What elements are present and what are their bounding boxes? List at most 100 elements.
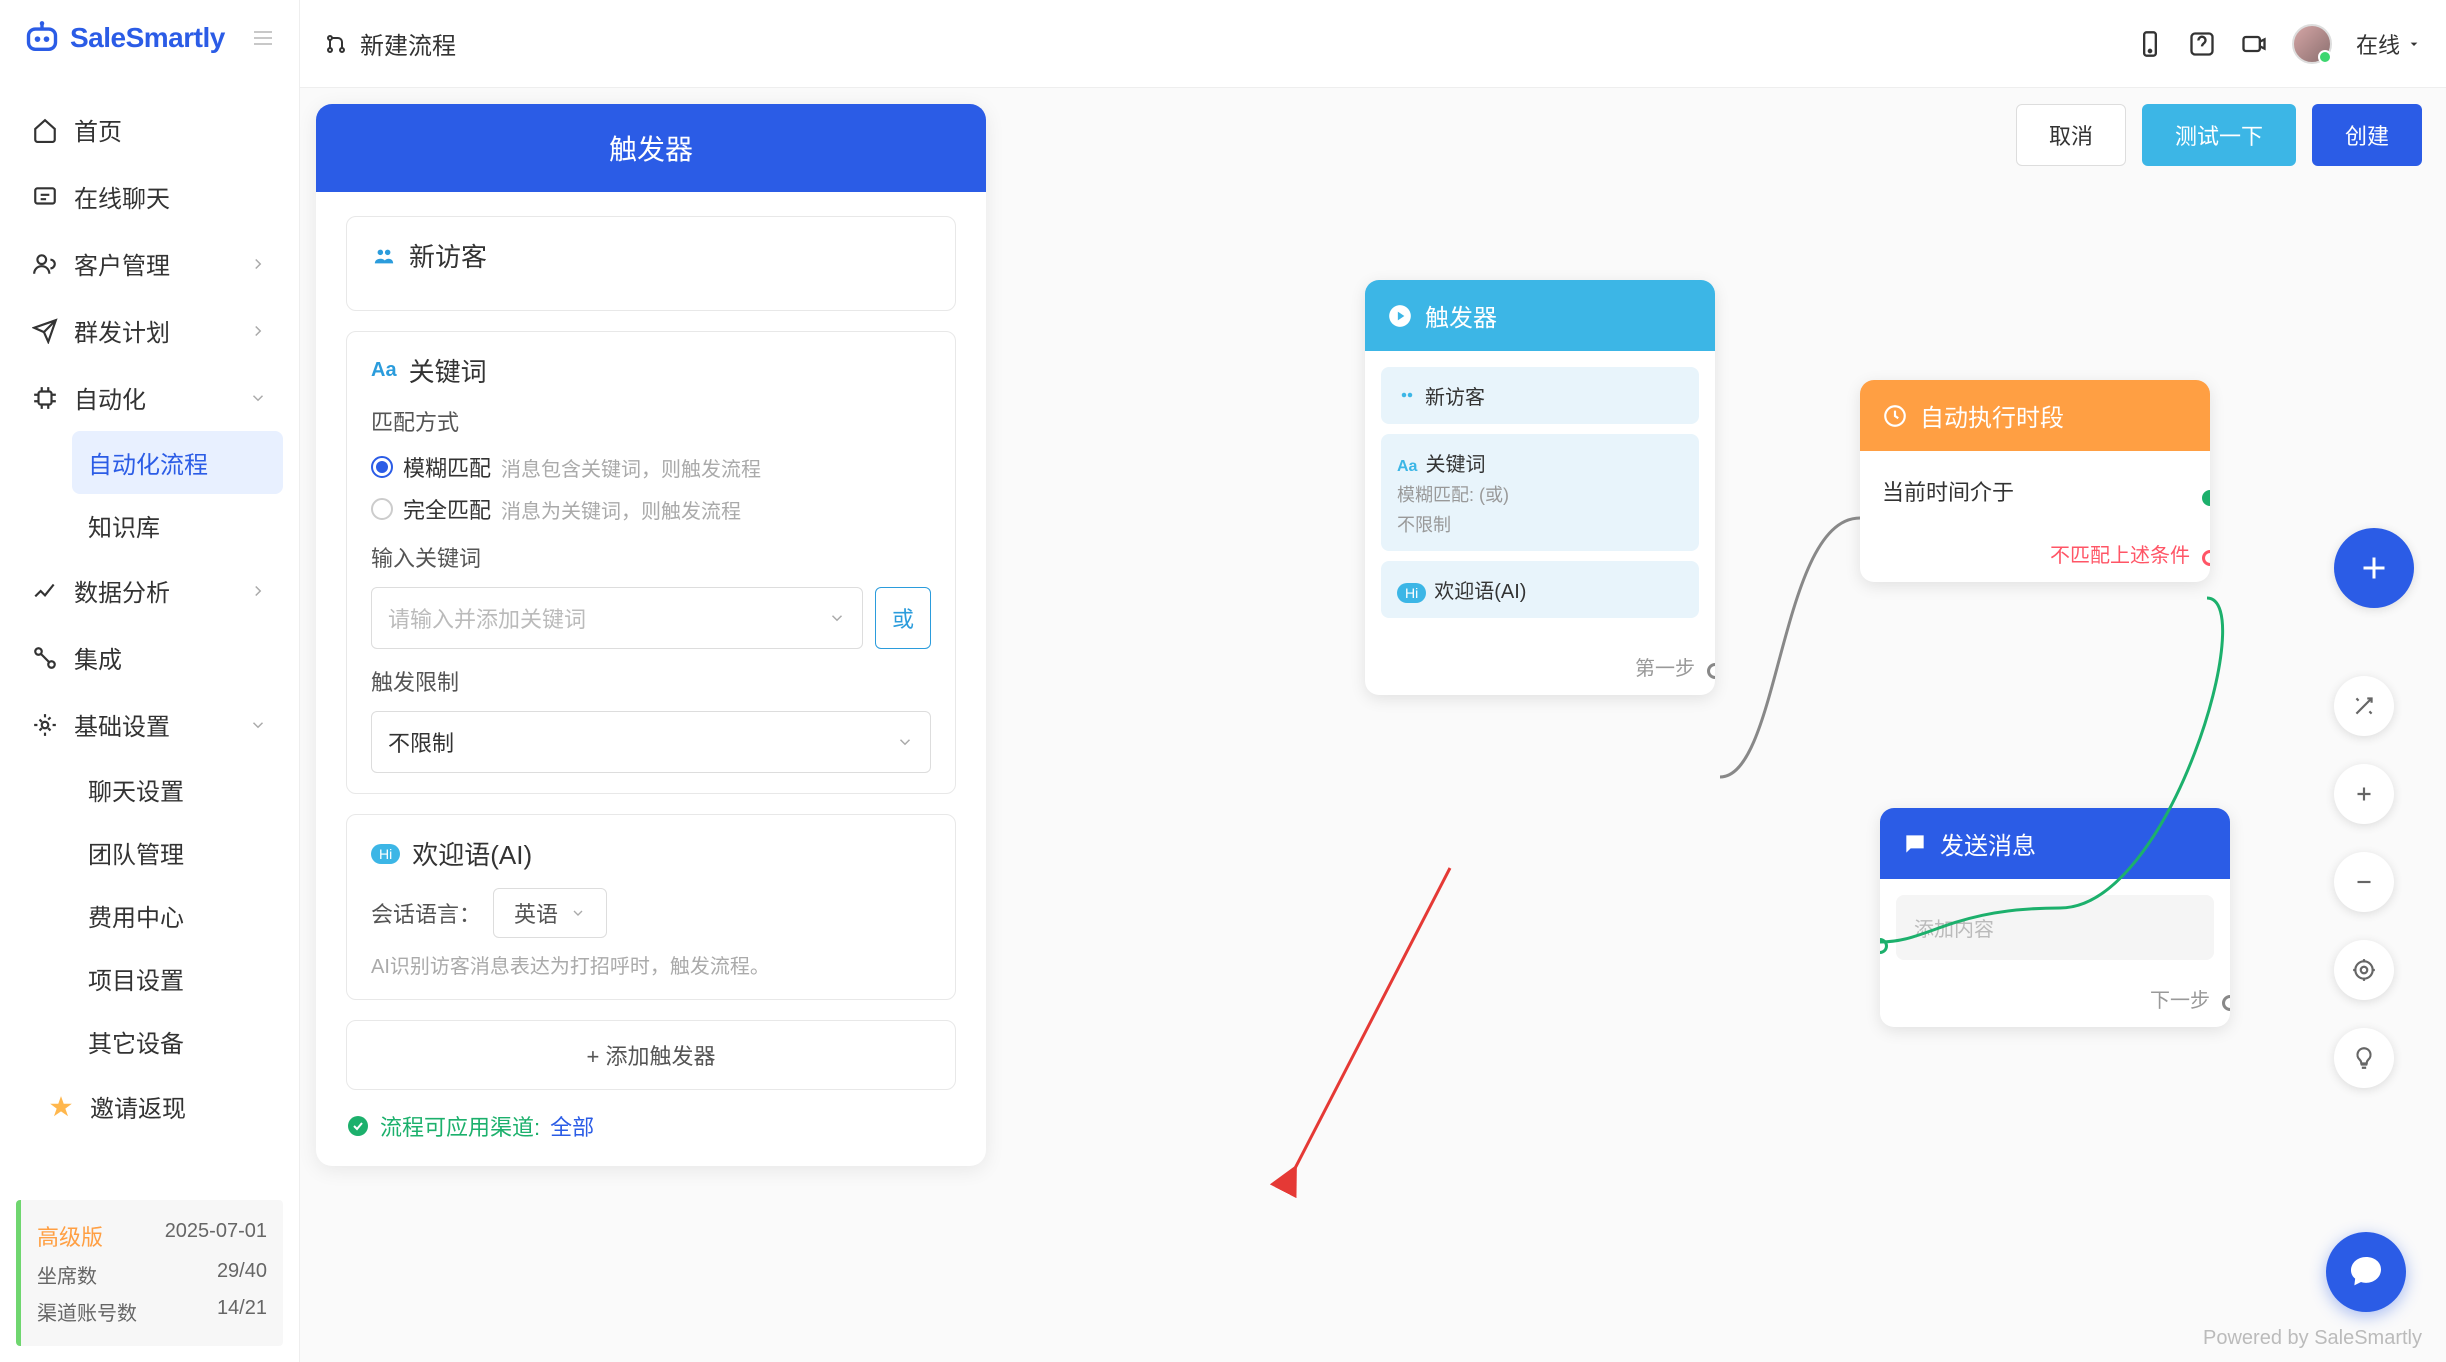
video-icon[interactable]: [2240, 30, 2268, 58]
gear-icon: [32, 712, 58, 738]
match-label: 匹配方式: [371, 405, 931, 437]
chevron-down-icon: [249, 716, 267, 734]
add-content-button[interactable]: 添加内容: [1896, 895, 2214, 960]
nav-label: 其它设备: [88, 1024, 184, 1059]
section-greeting: Hi欢迎语(AI) 会话语言： 英语 AI识别访客消息表达为打招呼时，触发流程。: [346, 814, 956, 1000]
channel-value[interactable]: 全部: [550, 1110, 594, 1142]
nav-billing[interactable]: 费用中心: [72, 884, 283, 947]
nav-broadcast[interactable]: 群发计划: [16, 297, 283, 364]
chevron-down-icon: [570, 905, 586, 921]
plan-channels-val: 14/21: [217, 1297, 267, 1326]
chevron-down-icon: [249, 389, 267, 407]
node-schedule[interactable]: 自动执行时段 当前时间介于 不匹配上述条件: [1860, 380, 2210, 582]
nav-analytics[interactable]: 数据分析: [16, 557, 283, 624]
flow-icon: [324, 32, 348, 56]
nav-settings[interactable]: 基础设置: [16, 691, 283, 758]
nav-invite[interactable]: 邀请返现: [16, 1073, 283, 1140]
chat-widget-button[interactable]: [2326, 1232, 2406, 1312]
section-label: 欢迎语(AI): [412, 835, 532, 872]
nav-project[interactable]: 项目设置: [72, 947, 283, 1010]
breadcrumb: 新建流程: [324, 26, 456, 61]
center-button[interactable]: [2334, 940, 2394, 1000]
zoom-out-button[interactable]: [2334, 852, 2394, 912]
nav-chat[interactable]: 在线聊天: [16, 163, 283, 230]
hint-button[interactable]: [2334, 1028, 2394, 1088]
limit-label: 触发限制: [371, 665, 931, 697]
channel-row: 流程可应用渠道: 全部: [346, 1110, 956, 1142]
nav-label: 费用中心: [88, 898, 184, 933]
aa-icon: Aa: [1397, 458, 1417, 475]
chat-bubble-icon: [2346, 1252, 2386, 1292]
powered-by: Powered by SaleSmartly: [2203, 1327, 2422, 1350]
config-header: 触发器: [316, 104, 986, 192]
zoom-in-button[interactable]: [2334, 764, 2394, 824]
chevron-right-icon: [249, 322, 267, 340]
node-title: 自动执行时段: [1920, 398, 2064, 433]
radio-icon: [371, 456, 393, 478]
radio-hint: 消息为关键词，则触发流程: [501, 495, 741, 524]
canvas[interactable]: 取消 测试一下 创建 触发器 新访客 Aa 关键词 匹配方式 模糊匹配消息包含关键…: [300, 88, 2446, 1362]
nav-automation[interactable]: 自动化: [16, 364, 283, 431]
create-button[interactable]: 创建: [2312, 104, 2422, 166]
plan-box: 高级版2025-07-01 坐席数29/40 渠道账号数14/21: [16, 1200, 283, 1346]
radio-fuzzy[interactable]: 模糊匹配消息包含关键词，则触发流程: [371, 451, 931, 483]
cancel-button[interactable]: 取消: [2016, 104, 2126, 166]
magic-button[interactable]: [2334, 676, 2394, 736]
node-body: 当前时间介于: [1860, 451, 2210, 531]
radio-icon: [371, 498, 393, 520]
nav-devices[interactable]: 其它设备: [72, 1010, 283, 1073]
node-trigger[interactable]: 触发器 新访客 Aa关键词 模糊匹配: (或) 不限制 Hi欢迎语(AI) 第一…: [1365, 280, 1715, 695]
section-label: 关键词: [409, 352, 487, 389]
node-footer: 下一步: [1880, 976, 2230, 1027]
nav-chat-settings[interactable]: 聊天设置: [72, 758, 283, 821]
item-label: 关键词: [1425, 454, 1485, 476]
item-label: 新访客: [1425, 387, 1485, 409]
nav-label: 自动化流程: [88, 445, 208, 480]
radio-hint: 消息包含关键词，则触发流程: [501, 453, 761, 482]
node-footer: 第一步: [1365, 644, 1715, 695]
avatar-wrap[interactable]: [2292, 24, 2332, 64]
nav-team[interactable]: 团队管理: [72, 821, 283, 884]
add-node-button[interactable]: [2334, 528, 2414, 608]
limit-select[interactable]: 不限制: [371, 711, 931, 773]
node-item-visitor[interactable]: 新访客: [1381, 367, 1699, 424]
nav-knowledge[interactable]: 知识库: [72, 494, 283, 557]
keyword-input[interactable]: 请输入并添加关键词: [371, 587, 863, 649]
nav-label: 客户管理: [74, 246, 170, 281]
header-right: 在线: [2136, 24, 2422, 64]
node-body: 添加内容: [1880, 879, 2230, 976]
chevron-right-icon: [249, 255, 267, 273]
hi-badge: Hi: [1397, 583, 1426, 603]
add-trigger-button[interactable]: + 添加触发器: [346, 1020, 956, 1090]
nav-label: 邀请返现: [90, 1089, 186, 1124]
node-send[interactable]: 发送消息 添加内容 下一步: [1880, 808, 2230, 1027]
plan-seats-val: 29/40: [217, 1260, 267, 1289]
item-label: 欢迎语(AI): [1434, 581, 1526, 603]
test-button[interactable]: 测试一下: [2142, 104, 2296, 166]
nav-home[interactable]: 首页: [16, 96, 283, 163]
nav-integration[interactable]: 集成: [16, 624, 283, 691]
message-icon: [1902, 831, 1928, 857]
mobile-icon[interactable]: [2136, 30, 2164, 58]
or-button[interactable]: 或: [875, 587, 931, 649]
hi-badge: Hi: [371, 844, 400, 864]
chevron-down-icon: [896, 733, 914, 751]
nav-label: 基础设置: [74, 707, 170, 742]
radio-label: 模糊匹配: [403, 451, 491, 483]
lang-select[interactable]: 英语: [493, 888, 607, 938]
item-sub: 模糊匹配: (或): [1397, 481, 1683, 507]
node-item-greeting[interactable]: Hi 欢迎语(AI): [1381, 561, 1699, 618]
help-icon[interactable]: [2188, 30, 2216, 58]
logo-icon: [24, 20, 60, 56]
node-header: 发送消息: [1880, 808, 2230, 879]
nav-customers[interactable]: 客户管理: [16, 230, 283, 297]
hamburger-icon[interactable]: [251, 26, 275, 50]
nav-label: 群发计划: [74, 313, 170, 348]
section-new-visitor[interactable]: 新访客: [346, 216, 956, 311]
radio-exact[interactable]: 完全匹配消息为关键词，则触发流程: [371, 493, 931, 525]
node-item-keyword[interactable]: Aa关键词 模糊匹配: (或) 不限制: [1381, 434, 1699, 551]
status-dropdown[interactable]: 在线: [2356, 28, 2422, 60]
target-icon: [2351, 957, 2377, 983]
node-header: 触发器: [1365, 280, 1715, 351]
nav-auto-flow[interactable]: 自动化流程: [72, 431, 283, 494]
